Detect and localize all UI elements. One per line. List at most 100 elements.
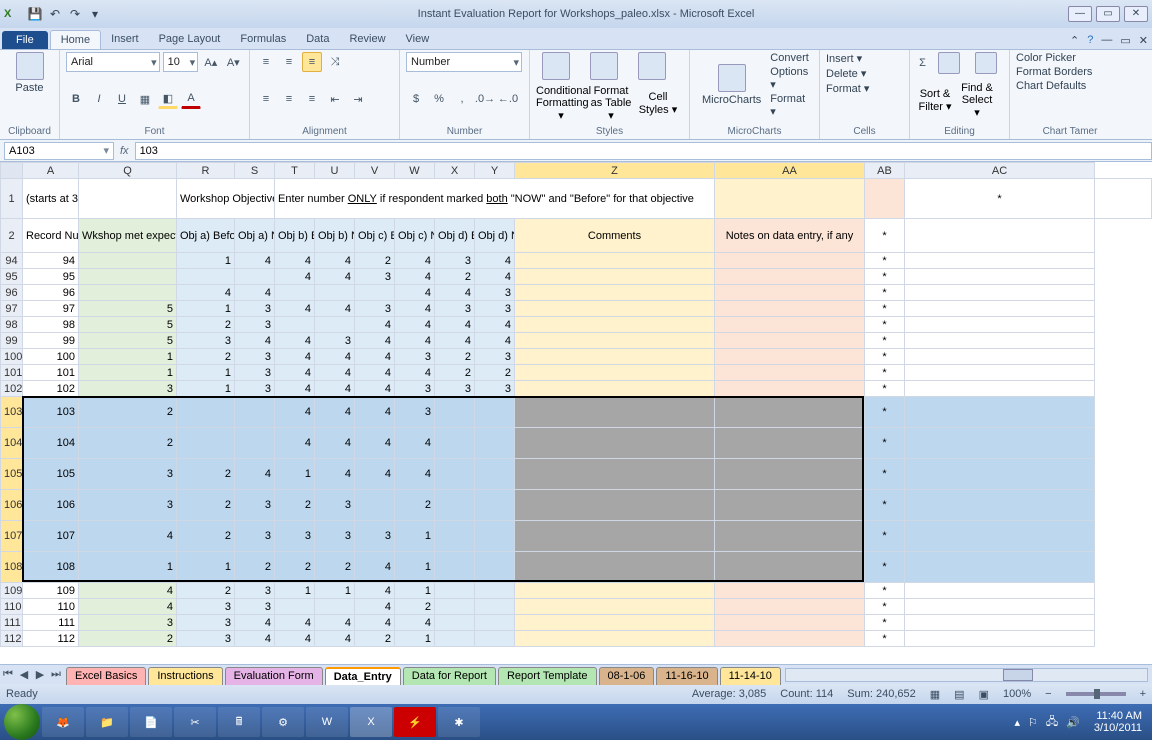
- decrease-font-icon[interactable]: A▾: [224, 52, 243, 72]
- row-header-103[interactable]: 103: [1, 397, 23, 428]
- col-header-AB[interactable]: AB: [865, 163, 905, 179]
- align-left-icon[interactable]: ≡: [256, 89, 276, 109]
- sheet-tab-instructions[interactable]: Instructions: [148, 667, 222, 685]
- increase-indent-icon[interactable]: ⇥: [348, 89, 368, 109]
- calc-icon[interactable]: 🖩: [218, 707, 260, 737]
- cell-A112[interactable]: 112: [23, 631, 79, 647]
- cell-A102[interactable]: 102: [23, 381, 79, 397]
- minimize-button[interactable]: —: [1068, 6, 1092, 22]
- scrollbar-thumb[interactable]: [1003, 669, 1033, 681]
- align-bottom-icon[interactable]: ≡: [302, 52, 322, 72]
- horizontal-scrollbar[interactable]: [785, 668, 1148, 682]
- cell-A94[interactable]: 94: [23, 253, 79, 269]
- tab-nav-prev-icon[interactable]: ◀: [16, 668, 32, 681]
- snip-icon[interactable]: ✂: [174, 707, 216, 737]
- cell-A107[interactable]: 107: [23, 521, 79, 552]
- col-header-U[interactable]: U: [315, 163, 355, 179]
- cell-A100[interactable]: 100: [23, 349, 79, 365]
- tab-nav-first-icon[interactable]: ⏮: [0, 668, 16, 681]
- row-header-99[interactable]: 99: [1, 333, 23, 349]
- font-color-icon[interactable]: A: [181, 89, 201, 109]
- cell-A106[interactable]: 106: [23, 490, 79, 521]
- number-format-select[interactable]: Number: [406, 52, 522, 72]
- excel-task-icon[interactable]: X: [350, 707, 392, 737]
- currency-icon[interactable]: $: [406, 89, 426, 109]
- col-header-V[interactable]: V: [355, 163, 395, 179]
- format-cells-button[interactable]: Format ▾: [826, 82, 903, 95]
- meeting-icon[interactable]: ✱: [438, 707, 480, 737]
- cell-A111[interactable]: 111: [23, 615, 79, 631]
- autosum-icon[interactable]: Σ: [916, 53, 929, 73]
- tray-volume-icon[interactable]: 🔊: [1066, 716, 1080, 729]
- row-header-104[interactable]: 104: [1, 428, 23, 459]
- format-mc-button[interactable]: Format ▾: [770, 93, 813, 118]
- view-layout-icon[interactable]: ▤: [954, 688, 964, 701]
- col-header-A[interactable]: A: [23, 163, 79, 179]
- options-button[interactable]: Options ▾: [770, 66, 813, 91]
- row-header-105[interactable]: 105: [1, 459, 23, 490]
- row-header-109[interactable]: 109: [1, 583, 23, 599]
- borders-icon[interactable]: ▦: [135, 89, 155, 109]
- sheet-tab-08-1-06[interactable]: 08-1-06: [599, 667, 655, 685]
- cell-A97[interactable]: 97: [23, 301, 79, 317]
- undo-icon[interactable]: ↶: [46, 5, 64, 23]
- col-header-Q[interactable]: Q: [79, 163, 177, 179]
- format-as-table-button[interactable]: [584, 52, 624, 80]
- fx-icon[interactable]: fx: [120, 145, 129, 157]
- increase-decimal-icon[interactable]: .0→: [475, 89, 495, 109]
- row-header-97[interactable]: 97: [1, 301, 23, 317]
- cell-A108[interactable]: 108: [23, 552, 79, 583]
- ribbon-tab-insert[interactable]: Insert: [101, 30, 149, 49]
- font-size-select[interactable]: 10: [163, 52, 199, 72]
- cell-A109[interactable]: 109: [23, 583, 79, 599]
- bold-button[interactable]: B: [66, 89, 86, 109]
- redo-icon[interactable]: ↷: [66, 5, 84, 23]
- cell-A104[interactable]: 104: [23, 428, 79, 459]
- tab-nav-next-icon[interactable]: ▶: [32, 668, 48, 681]
- col-header-AA[interactable]: AA: [715, 163, 865, 179]
- sheet-tab-data-for-report[interactable]: Data for Report: [403, 667, 496, 685]
- ribbon-tab-review[interactable]: Review: [339, 30, 395, 49]
- col-header-Y[interactable]: Y: [475, 163, 515, 179]
- cell-T1[interactable]: Enter number ONLY if respondent marked b…: [275, 179, 715, 219]
- select-all-corner[interactable]: [1, 163, 23, 179]
- percent-icon[interactable]: %: [429, 89, 449, 109]
- cell-A101[interactable]: 101: [23, 365, 79, 381]
- row-header-94[interactable]: 94: [1, 253, 23, 269]
- delete-cells-button[interactable]: Delete ▾: [826, 67, 903, 80]
- col-header-R[interactable]: R: [177, 163, 235, 179]
- row-header-98[interactable]: 98: [1, 317, 23, 333]
- flash-icon[interactable]: ⚡: [394, 707, 436, 737]
- header-comments[interactable]: Comments: [515, 219, 715, 253]
- insert-cells-button[interactable]: Insert ▾: [826, 52, 903, 65]
- orientation-icon[interactable]: ⤨: [325, 52, 345, 72]
- format-borders-button[interactable]: Format Borders: [1016, 66, 1124, 78]
- header-wkshop[interactable]: Wkshop met expectations: [79, 219, 177, 253]
- ribbon-tab-view[interactable]: View: [396, 30, 440, 49]
- view-break-icon[interactable]: ▣: [979, 688, 989, 701]
- sheet-tab-11-16-10[interactable]: 11-16-10: [656, 667, 717, 685]
- cell-A1[interactable]: (starts at 3): [23, 179, 79, 219]
- formula-input[interactable]: 103: [135, 142, 1152, 160]
- word-icon[interactable]: W: [306, 707, 348, 737]
- system-clock[interactable]: 11:40 AM 3/10/2011: [1088, 710, 1148, 734]
- header-record-num[interactable]: Record Num.: [23, 219, 79, 253]
- row-header-96[interactable]: 96: [1, 285, 23, 301]
- name-box[interactable]: A103: [4, 142, 114, 160]
- row-header-112[interactable]: 112: [1, 631, 23, 647]
- zoom-level[interactable]: 100%: [1003, 688, 1031, 700]
- sheet-tab-excel-basics[interactable]: Excel Basics: [66, 667, 146, 685]
- row-header-101[interactable]: 101: [1, 365, 23, 381]
- col-header-AC[interactable]: AC: [905, 163, 1095, 179]
- row-header-107[interactable]: 107: [1, 521, 23, 552]
- comma-icon[interactable]: ,: [452, 89, 472, 109]
- zoom-out-icon[interactable]: −: [1045, 688, 1051, 700]
- align-middle-icon[interactable]: ≡: [279, 52, 299, 72]
- row-header-2[interactable]: 2: [1, 219, 23, 253]
- ribbon-tab-page-layout[interactable]: Page Layout: [149, 30, 231, 49]
- explorer-icon[interactable]: 📁: [86, 707, 128, 737]
- col-header-S[interactable]: S: [235, 163, 275, 179]
- sheet-tab-11-14-10[interactable]: 11-14-10: [720, 667, 781, 685]
- find-select-button[interactable]: [969, 52, 1003, 74]
- doc-close-icon[interactable]: ✕: [1139, 34, 1148, 47]
